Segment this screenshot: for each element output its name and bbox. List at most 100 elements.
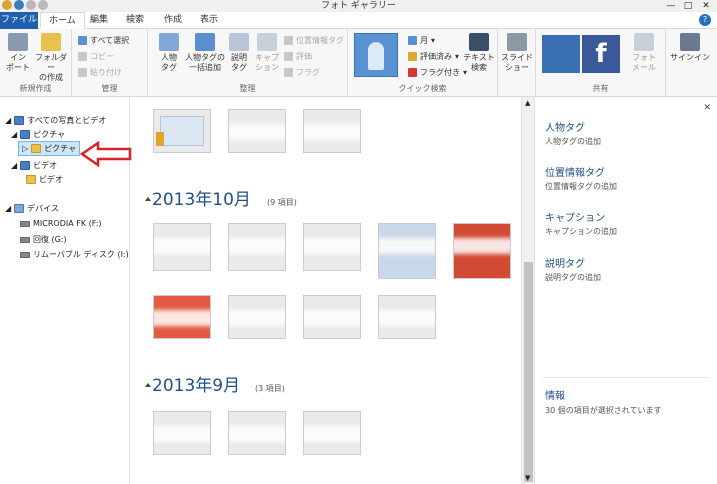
geotag-button[interactable]: 位置情報タグ	[284, 34, 344, 46]
photo-thumbnail[interactable]	[303, 223, 361, 271]
people-filter-tile[interactable]	[354, 33, 398, 77]
paste-label: 貼り付け	[90, 67, 122, 77]
nav-videos[interactable]: ◢ ビデオ	[11, 160, 57, 171]
select-all-icon	[78, 35, 87, 45]
folder-icon	[41, 33, 61, 51]
geotag-heading[interactable]: 位置情報タグ	[545, 164, 605, 179]
descriptive-tag-heading[interactable]: 説明タグ	[545, 255, 585, 270]
text-search-button[interactable]: テキスト 検索	[462, 33, 496, 73]
vertical-scrollbar[interactable]: ▲ ▼	[521, 97, 534, 484]
photo-thumbnail[interactable]	[378, 295, 436, 339]
add-descriptive-tag-link[interactable]: 説明タグの追加	[545, 272, 601, 283]
devices-icon	[14, 204, 25, 213]
collapse-group-icon[interactable]	[145, 197, 151, 201]
collapse-icon: ▷	[22, 144, 29, 153]
paste-button[interactable]: 貼り付け	[78, 66, 122, 78]
group-label-share: 共有	[592, 84, 609, 93]
nav-pictures-sub-label: ピクチャ	[44, 144, 77, 153]
nav-videos-sub[interactable]: ビデオ	[26, 174, 63, 185]
add-geotag-link[interactable]: 位置情報タグの追加	[545, 181, 617, 192]
photo-thumbnail[interactable]	[228, 223, 286, 271]
photo-thumbnail[interactable]	[153, 295, 211, 339]
rated-label: 評価済み	[420, 51, 452, 61]
create-folder-label: フォルダー の作成	[35, 53, 67, 82]
selection-count-text: 30 個の項目が選択されています	[545, 406, 662, 415]
nav-device-3[interactable]: リムーバブル ディスク (I:)	[20, 249, 129, 260]
signin-button[interactable]: サインイン	[670, 33, 710, 63]
flag-label: フラグ	[296, 67, 320, 77]
minimize-button[interactable]: —	[663, 0, 679, 12]
photo-thumbnail[interactable]	[378, 223, 436, 279]
scroll-down-icon[interactable]: ▼	[525, 474, 530, 482]
photo-thumbnail[interactable]	[228, 109, 286, 153]
photo-thumbnail[interactable]	[453, 223, 511, 279]
tab-create[interactable]: 作成	[156, 12, 190, 29]
redaction-blur	[304, 124, 360, 140]
people-tag-heading[interactable]: 人物タグ	[545, 119, 585, 134]
redaction-blur	[379, 238, 435, 254]
group-count: (3 項目)	[255, 384, 285, 393]
info-pane-close-button[interactable]: ✕	[703, 103, 711, 113]
batch-people-tag-button[interactable]: 人物タグの 一括追加	[184, 33, 226, 73]
group-slideshow: スライド ショー	[498, 29, 536, 97]
rated-filter-button[interactable]: 評価済み ▾	[408, 50, 459, 62]
copy-button[interactable]: コピー	[78, 50, 114, 62]
select-all-button[interactable]: すべて選択	[78, 34, 129, 46]
maximize-button[interactable]: □	[680, 0, 696, 12]
flag-button[interactable]: フラグ	[284, 66, 320, 78]
add-people-tag-link[interactable]: 人物タグの追加	[545, 136, 601, 147]
nav-device-2[interactable]: 回復 (G:)	[20, 234, 67, 245]
tab-edit[interactable]: 編集	[82, 12, 116, 29]
nav-pictures[interactable]: ◢ ピクチャ	[11, 129, 65, 140]
collapse-group-icon[interactable]	[145, 383, 151, 387]
nav-all-photos[interactable]: ◢ すべての写真とビデオ	[5, 115, 106, 126]
nav-device-2-label: 回復 (G:)	[33, 235, 67, 244]
onedrive-tile[interactable]	[542, 35, 580, 73]
people-tag-button[interactable]: 人物 タグ	[152, 33, 186, 73]
import-label: イン ポート	[6, 53, 30, 72]
caption-icon	[257, 33, 277, 51]
scrollbar-thumb[interactable]	[524, 262, 533, 482]
photo-thumbnail[interactable]	[303, 411, 361, 455]
help-icon[interactable]: ?	[699, 14, 711, 26]
month-filter-button[interactable]: 月 ▾	[408, 34, 435, 46]
photo-thumbnail[interactable]	[153, 411, 211, 455]
rating-button[interactable]: 評価	[284, 50, 312, 62]
tab-home[interactable]: ホーム	[40, 12, 85, 29]
tab-search[interactable]: 検索	[118, 12, 152, 29]
redaction-blur	[304, 310, 360, 326]
nav-pictures-sub[interactable]: ▷ ピクチャ	[18, 141, 81, 156]
group-share: f フォト メール 共有	[536, 29, 666, 97]
select-all-label: すべて選択	[90, 35, 130, 45]
annotation-arrow-icon	[80, 141, 132, 167]
flagged-filter-button[interactable]: フラグ付き ▾	[408, 66, 467, 78]
nav-device-1[interactable]: MICRODIA FK (F:)	[20, 219, 102, 228]
facebook-tile[interactable]: f	[582, 35, 620, 73]
tab-file[interactable]: ファイル	[0, 12, 38, 29]
tab-view[interactable]: 表示	[192, 12, 226, 29]
star-icon	[284, 51, 293, 61]
group-quickfind: 月 ▾ 評価済み ▾ フラグ付き ▾ テキスト 検索 クイック検索	[348, 29, 498, 97]
descriptive-tag-button[interactable]: 説明 タグ	[226, 33, 252, 73]
close-button[interactable]: ✕	[698, 0, 714, 12]
photo-thumbnail[interactable]	[153, 109, 211, 153]
photo-thumbnail[interactable]	[228, 411, 286, 455]
photo-thumbnail[interactable]	[303, 295, 361, 339]
slideshow-button[interactable]: スライド ショー	[500, 33, 534, 73]
scroll-up-icon[interactable]: ▲	[525, 99, 530, 107]
add-caption-link[interactable]: キャプションの追加	[545, 226, 617, 237]
nav-devices[interactable]: ◢ デバイス	[5, 203, 59, 214]
copy-label: コピー	[90, 51, 114, 61]
nav-videos-label: ビデオ	[33, 161, 58, 170]
import-button[interactable]: イン ポート	[4, 33, 32, 73]
caption-heading[interactable]: キャプション	[545, 209, 605, 224]
caption-button[interactable]: キャプ ション	[252, 33, 282, 73]
photo-thumbnail[interactable]	[153, 223, 211, 271]
photo-accent	[156, 132, 164, 146]
redaction-blur	[454, 238, 510, 254]
photo-mail-button[interactable]: フォト メール	[626, 33, 662, 73]
photo-thumbnail[interactable]	[228, 295, 286, 339]
ribbon: イン ポート フォルダー の作成 新規作成 すべて選択 コピー 貼り付け 管理 …	[0, 29, 717, 97]
photo-thumbnail[interactable]	[303, 109, 361, 153]
create-folder-button[interactable]: フォルダー の作成	[32, 33, 70, 83]
